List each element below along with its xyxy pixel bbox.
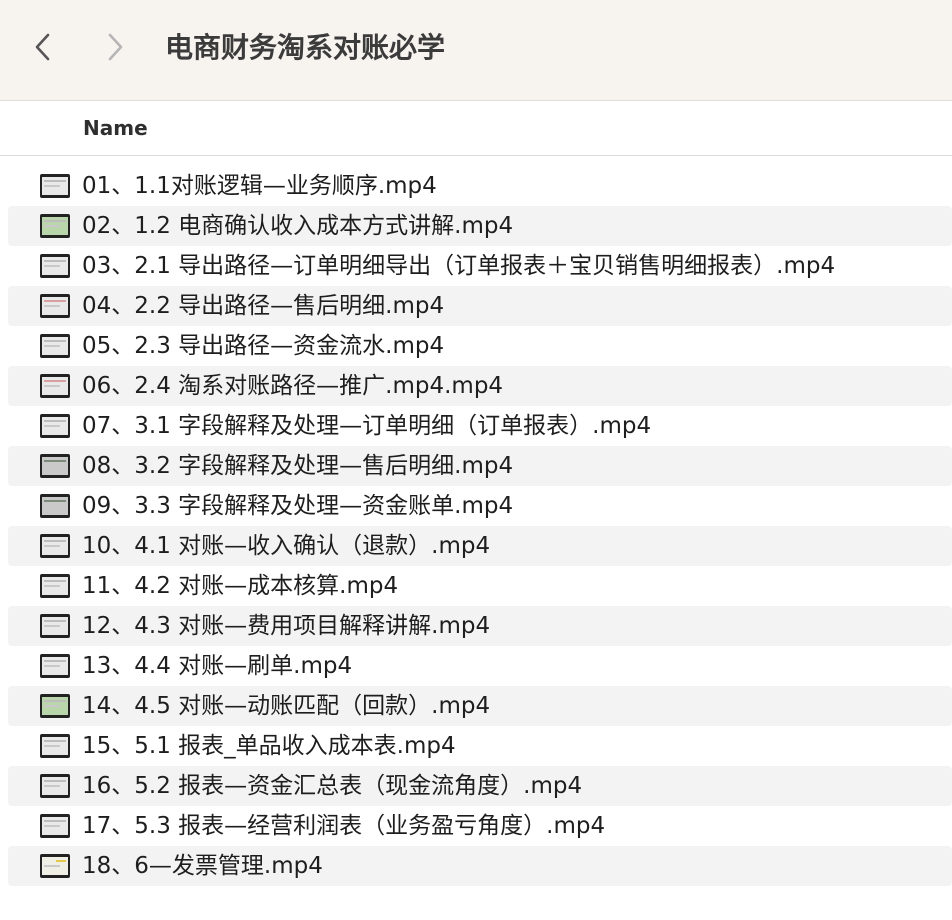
file-name: 14、4.5 对账—动账匹配（回款）.mp4: [82, 693, 491, 719]
back-button[interactable]: [26, 30, 60, 64]
chevron-right-icon: [108, 33, 123, 61]
video-thumbnail-icon: [40, 414, 70, 438]
file-row[interactable]: 04、2.2 导出路径—售后明细.mp4: [8, 286, 952, 326]
video-thumbnail-icon: [40, 174, 70, 198]
file-row[interactable]: 13、4.4 对账—刷单.mp4: [8, 646, 952, 686]
file-row[interactable]: 18、6—发票管理.mp4: [8, 846, 952, 886]
file-name: 09、3.3 字段解释及处理—资金账单.mp4: [82, 493, 514, 519]
file-name: 05、2.3 导出路径—资金流水.mp4: [82, 333, 445, 359]
video-thumbnail-icon: [40, 774, 70, 798]
file-row[interactable]: 01、1.1对账逻辑—业务顺序.mp4: [8, 166, 952, 206]
folder-title: 电商财务淘系对账必学: [165, 31, 446, 64]
file-name: 16、5.2 报表—资金汇总表（现金流角度）.mp4: [82, 773, 583, 799]
video-thumbnail-icon: [40, 534, 70, 558]
video-thumbnail-icon: [40, 294, 70, 318]
file-row[interactable]: 10、4.1 对账—收入确认（退款）.mp4: [8, 526, 952, 566]
file-name: 17、5.3 报表—经营利润表（业务盈亏角度）.mp4: [82, 813, 606, 839]
file-row[interactable]: 17、5.3 报表—经营利润表（业务盈亏角度）.mp4: [8, 806, 952, 846]
file-row[interactable]: 12、4.3 对账—费用项目解释讲解.mp4: [8, 606, 952, 646]
file-name: 04、2.2 导出路径—售后明细.mp4: [82, 293, 445, 319]
file-name: 07、3.1 字段解释及处理—订单明细（订单报表）.mp4: [82, 413, 652, 439]
column-header: Name: [0, 101, 952, 156]
video-thumbnail-icon: [40, 814, 70, 838]
file-name: 06、2.4 淘系对账路径—推广.mp4.mp4: [82, 373, 504, 399]
video-thumbnail-icon: [40, 374, 70, 398]
file-row[interactable]: 02、1.2 电商确认收入成本方式讲解.mp4: [8, 206, 952, 246]
file-name: 11、4.2 对账—成本核算.mp4: [82, 573, 399, 599]
file-row[interactable]: 06、2.4 淘系对账路径—推广.mp4.mp4: [8, 366, 952, 406]
file-name: 13、4.4 对账—刷单.mp4: [82, 653, 353, 679]
video-thumbnail-icon: [40, 454, 70, 478]
file-name: 01、1.1对账逻辑—业务顺序.mp4: [82, 173, 437, 199]
video-thumbnail-icon: [40, 854, 70, 878]
name-column-header[interactable]: Name: [83, 115, 148, 141]
video-thumbnail-icon: [40, 574, 70, 598]
file-name: 18、6—发票管理.mp4: [82, 853, 323, 879]
file-name: 02、1.2 电商确认收入成本方式讲解.mp4: [82, 213, 514, 239]
file-row[interactable]: 07、3.1 字段解释及处理—订单明细（订单报表）.mp4: [8, 406, 952, 446]
file-row[interactable]: 03、2.1 导出路径—订单明细导出（订单报表＋宝贝销售明细报表）.mp4: [8, 246, 952, 286]
file-row[interactable]: 11、4.2 对账—成本核算.mp4: [8, 566, 952, 606]
file-row[interactable]: 09、3.3 字段解释及处理—资金账单.mp4: [8, 486, 952, 526]
video-thumbnail-icon: [40, 334, 70, 358]
video-thumbnail-icon: [40, 694, 70, 718]
file-name: 03、2.1 导出路径—订单明细导出（订单报表＋宝贝销售明细报表）.mp4: [82, 253, 836, 279]
file-row[interactable]: 16、5.2 报表—资金汇总表（现金流角度）.mp4: [8, 766, 952, 806]
file-name: 10、4.1 对账—收入确认（退款）.mp4: [82, 533, 491, 559]
video-thumbnail-icon: [40, 734, 70, 758]
file-name: 15、5.1 报表_单品收入成本表.mp4: [82, 733, 456, 759]
file-list: 01、1.1对账逻辑—业务顺序.mp4 02、1.2 电商确认收入成本方式讲解.m…: [0, 166, 952, 886]
file-name: 08、3.2 字段解释及处理—售后明细.mp4: [82, 453, 514, 479]
file-name: 12、4.3 对账—费用项目解释讲解.mp4: [82, 613, 491, 639]
window-toolbar: 电商财务淘系对账必学: [0, 0, 952, 101]
file-row[interactable]: 08、3.2 字段解释及处理—售后明细.mp4: [8, 446, 952, 486]
video-thumbnail-icon: [40, 214, 70, 238]
file-row[interactable]: 05、2.3 导出路径—资金流水.mp4: [8, 326, 952, 366]
file-row[interactable]: 14、4.5 对账—动账匹配（回款）.mp4: [8, 686, 952, 726]
video-thumbnail-icon: [40, 614, 70, 638]
file-row[interactable]: 15、5.1 报表_单品收入成本表.mp4: [8, 726, 952, 766]
video-thumbnail-icon: [40, 494, 70, 518]
forward-button[interactable]: [98, 30, 132, 64]
video-thumbnail-icon: [40, 254, 70, 278]
chevron-left-icon: [35, 33, 50, 61]
video-thumbnail-icon: [40, 654, 70, 678]
